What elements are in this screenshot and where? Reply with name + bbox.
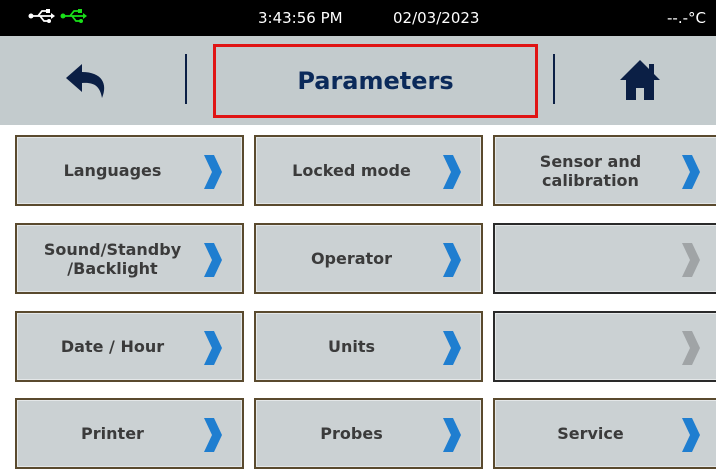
chevron-right-icon xyxy=(443,418,461,452)
header-divider-right xyxy=(553,54,555,104)
status-date: 02/03/2023 xyxy=(393,9,480,27)
menu-tile-sensor-calibration[interactable]: Sensor and calibration xyxy=(493,135,716,206)
status-time: 3:43:56 PM xyxy=(258,9,343,27)
menu-grid: Languages Locked mode Sensor and calibra… xyxy=(0,125,716,469)
menu-tile-label xyxy=(503,313,678,380)
menu-tile-probes[interactable]: Probes xyxy=(254,398,483,469)
status-bar: 3:43:56 PM 02/03/2023 --.-°C xyxy=(0,0,716,36)
chevron-right-icon xyxy=(204,331,222,365)
menu-tile-printer[interactable]: Printer xyxy=(15,398,244,469)
menu-tile-date-hour[interactable]: Date / Hour xyxy=(15,311,244,382)
menu-tile-label: Date / Hour xyxy=(60,337,165,356)
chevron-right-icon xyxy=(443,243,461,277)
menu-tile-label: Service xyxy=(557,424,624,443)
menu-tile-sound-standby-backlight[interactable]: Sound/Standby /Backlight xyxy=(15,223,244,294)
usb-icon xyxy=(28,9,55,23)
header-divider-left xyxy=(185,54,187,104)
page-title-box: Parameters xyxy=(213,44,538,118)
menu-tile-empty xyxy=(493,311,716,382)
home-button[interactable] xyxy=(618,56,662,104)
menu-tile-units[interactable]: Units xyxy=(254,311,483,382)
usb-active-icon xyxy=(60,9,87,23)
chevron-right-icon xyxy=(443,331,461,365)
menu-tile-empty xyxy=(493,223,716,294)
back-arrow-icon xyxy=(66,64,105,98)
chevron-right-disabled-icon xyxy=(682,243,700,277)
menu-tile-label: Units xyxy=(327,337,376,356)
page-title: Parameters xyxy=(297,67,454,95)
chevron-right-disabled-icon xyxy=(682,331,700,365)
header-bar: Parameters xyxy=(0,36,716,125)
chevron-right-icon xyxy=(682,155,700,189)
chevron-right-icon xyxy=(204,418,222,452)
status-temperature: --.-°C xyxy=(667,9,706,27)
back-button[interactable] xyxy=(60,58,124,108)
menu-tile-label: Probes xyxy=(320,424,383,443)
menu-tile-label: Languages xyxy=(63,161,162,180)
menu-tile-service[interactable]: Service xyxy=(493,398,716,469)
menu-tile-operator[interactable]: Operator xyxy=(254,223,483,294)
chevron-right-icon xyxy=(443,155,461,189)
menu-tile-label: Sound/Standby /Backlight xyxy=(43,239,182,278)
menu-tile-label: Operator xyxy=(310,249,393,268)
menu-tile-label: Printer xyxy=(81,424,144,443)
chevron-right-icon xyxy=(204,155,222,189)
chevron-right-icon xyxy=(204,243,222,277)
menu-tile-label: Sensor and calibration xyxy=(539,151,642,190)
menu-tile-locked-mode[interactable]: Locked mode xyxy=(254,135,483,206)
chevron-right-icon xyxy=(682,418,700,452)
menu-tile-languages[interactable]: Languages xyxy=(15,135,244,206)
home-icon xyxy=(620,60,660,100)
menu-tile-label: Locked mode xyxy=(292,161,411,180)
menu-tile-label xyxy=(503,225,678,292)
